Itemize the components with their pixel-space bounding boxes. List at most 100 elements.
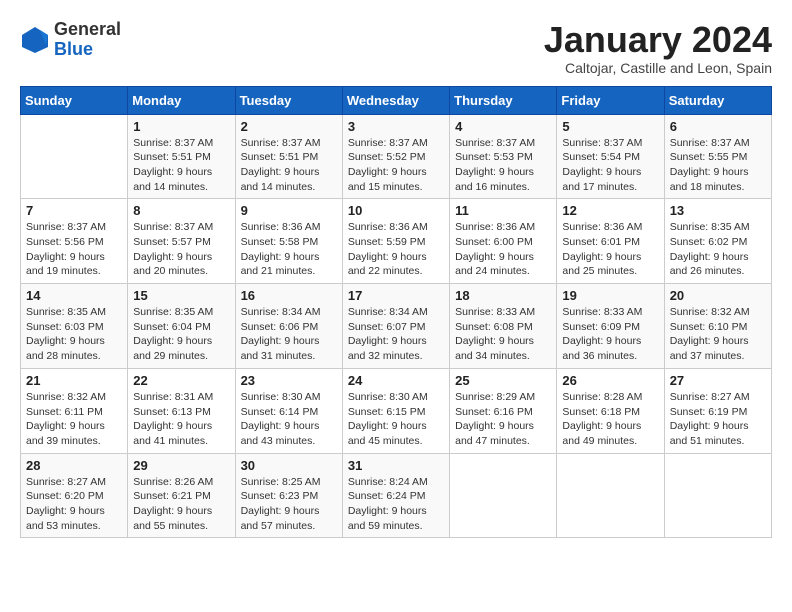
logo: General Blue	[20, 20, 121, 60]
day-info: Sunrise: 8:36 AM Sunset: 5:58 PM Dayligh…	[241, 220, 337, 279]
day-number: 22	[133, 373, 229, 388]
month-year: January 2024	[544, 20, 772, 60]
weekday-header-cell: Monday	[128, 86, 235, 114]
page-header: General Blue January 2024 Caltojar, Cast…	[20, 20, 772, 76]
day-number: 4	[455, 119, 551, 134]
day-info: Sunrise: 8:35 AM Sunset: 6:02 PM Dayligh…	[670, 220, 766, 279]
day-number: 16	[241, 288, 337, 303]
calendar-week-row: 21 Sunrise: 8:32 AM Sunset: 6:11 PM Dayli…	[21, 368, 772, 453]
day-info: Sunrise: 8:37 AM Sunset: 5:55 PM Dayligh…	[670, 136, 766, 195]
calendar-cell: 18Sunrise: 8:33 AM Sunset: 6:08 PM Dayli…	[450, 284, 557, 369]
calendar-cell: 21 Sunrise: 8:32 AM Sunset: 6:11 PM Dayli…	[21, 368, 128, 453]
calendar-cell: 23 Sunrise: 8:30 AM Sunset: 6:14 PM Dayli…	[235, 368, 342, 453]
calendar-cell: 16 Sunrise: 8:34 AM Sunset: 6:06 PM Dayli…	[235, 284, 342, 369]
weekday-header-cell: Wednesday	[342, 86, 449, 114]
day-number: 1	[133, 119, 229, 134]
day-info: Sunrise: 8:25 AM Sunset: 6:23 PM Dayligh…	[241, 475, 337, 534]
day-info: Sunrise: 8:32 AM Sunset: 6:10 PM Dayligh…	[670, 305, 766, 364]
day-info: Sunrise: 8:31 AM Sunset: 6:13 PM Dayligh…	[133, 390, 229, 449]
day-number: 21	[26, 373, 122, 388]
day-number: 28	[26, 458, 122, 473]
calendar-cell: 15 Sunrise: 8:35 AM Sunset: 6:04 PM Dayli…	[128, 284, 235, 369]
calendar-week-row: 7Sunrise: 8:37 AM Sunset: 5:56 PM Daylig…	[21, 199, 772, 284]
day-info: Sunrise: 8:37 AM Sunset: 5:57 PM Dayligh…	[133, 220, 229, 279]
day-number: 18	[455, 288, 551, 303]
day-info: Sunrise: 8:34 AM Sunset: 6:06 PM Dayligh…	[241, 305, 337, 364]
calendar-cell: 25 Sunrise: 8:29 AM Sunset: 6:16 PM Dayli…	[450, 368, 557, 453]
day-info: Sunrise: 8:35 AM Sunset: 6:04 PM Dayligh…	[133, 305, 229, 364]
day-info: Sunrise: 8:24 AM Sunset: 6:24 PM Dayligh…	[348, 475, 444, 534]
day-info: Sunrise: 8:34 AM Sunset: 6:07 PM Dayligh…	[348, 305, 444, 364]
calendar-body: 1Sunrise: 8:37 AM Sunset: 5:51 PM Daylig…	[21, 114, 772, 538]
calendar-cell: 14Sunrise: 8:35 AM Sunset: 6:03 PM Dayli…	[21, 284, 128, 369]
day-number: 23	[241, 373, 337, 388]
day-number: 26	[562, 373, 658, 388]
calendar-cell: 11Sunrise: 8:36 AM Sunset: 6:00 PM Dayli…	[450, 199, 557, 284]
day-number: 10	[348, 203, 444, 218]
day-info: Sunrise: 8:27 AM Sunset: 6:19 PM Dayligh…	[670, 390, 766, 449]
day-info: Sunrise: 8:36 AM Sunset: 5:59 PM Dayligh…	[348, 220, 444, 279]
day-info: Sunrise: 8:28 AM Sunset: 6:18 PM Dayligh…	[562, 390, 658, 449]
calendar-cell: 3 Sunrise: 8:37 AM Sunset: 5:52 PM Daylig…	[342, 114, 449, 199]
calendar-cell: 8 Sunrise: 8:37 AM Sunset: 5:57 PM Daylig…	[128, 199, 235, 284]
calendar-cell: 12 Sunrise: 8:36 AM Sunset: 6:01 PM Dayli…	[557, 199, 664, 284]
weekday-header-cell: Friday	[557, 86, 664, 114]
calendar-week-row: 28Sunrise: 8:27 AM Sunset: 6:20 PM Dayli…	[21, 453, 772, 538]
calendar-cell: 24Sunrise: 8:30 AM Sunset: 6:15 PM Dayli…	[342, 368, 449, 453]
calendar-cell: 2Sunrise: 8:37 AM Sunset: 5:51 PM Daylig…	[235, 114, 342, 199]
day-info: Sunrise: 8:37 AM Sunset: 5:54 PM Dayligh…	[562, 136, 658, 195]
day-info: Sunrise: 8:29 AM Sunset: 6:16 PM Dayligh…	[455, 390, 551, 449]
day-number: 25	[455, 373, 551, 388]
day-number: 5	[562, 119, 658, 134]
day-number: 7	[26, 203, 122, 218]
day-number: 12	[562, 203, 658, 218]
calendar-cell: 29 Sunrise: 8:26 AM Sunset: 6:21 PM Dayli…	[128, 453, 235, 538]
calendar-cell: 26 Sunrise: 8:28 AM Sunset: 6:18 PM Dayli…	[557, 368, 664, 453]
calendar-cell: 6Sunrise: 8:37 AM Sunset: 5:55 PM Daylig…	[664, 114, 771, 199]
calendar-cell: 31Sunrise: 8:24 AM Sunset: 6:24 PM Dayli…	[342, 453, 449, 538]
calendar-cell: 13 Sunrise: 8:35 AM Sunset: 6:02 PM Dayli…	[664, 199, 771, 284]
day-number: 29	[133, 458, 229, 473]
weekday-header-cell: Sunday	[21, 86, 128, 114]
day-number: 14	[26, 288, 122, 303]
day-info: Sunrise: 8:37 AM Sunset: 5:52 PM Dayligh…	[348, 136, 444, 195]
day-info: Sunrise: 8:36 AM Sunset: 6:01 PM Dayligh…	[562, 220, 658, 279]
calendar-week-row: 1Sunrise: 8:37 AM Sunset: 5:51 PM Daylig…	[21, 114, 772, 199]
calendar-cell	[664, 453, 771, 538]
calendar-cell: 30 Sunrise: 8:25 AM Sunset: 6:23 PM Dayli…	[235, 453, 342, 538]
day-number: 9	[241, 203, 337, 218]
weekday-header-cell: Tuesday	[235, 86, 342, 114]
calendar-table: SundayMondayTuesdayWednesdayThursdayFrid…	[20, 86, 772, 539]
day-number: 19	[562, 288, 658, 303]
day-number: 2	[241, 119, 337, 134]
weekday-header-cell: Saturday	[664, 86, 771, 114]
calendar-cell: 22 Sunrise: 8:31 AM Sunset: 6:13 PM Dayli…	[128, 368, 235, 453]
day-number: 24	[348, 373, 444, 388]
day-number: 17	[348, 288, 444, 303]
day-info: Sunrise: 8:26 AM Sunset: 6:21 PM Dayligh…	[133, 475, 229, 534]
day-number: 20	[670, 288, 766, 303]
calendar-cell: 17 Sunrise: 8:34 AM Sunset: 6:07 PM Dayli…	[342, 284, 449, 369]
weekday-header-row: SundayMondayTuesdayWednesdayThursdayFrid…	[21, 86, 772, 114]
day-number: 13	[670, 203, 766, 218]
calendar-cell: 5 Sunrise: 8:37 AM Sunset: 5:54 PM Daylig…	[557, 114, 664, 199]
calendar-cell: 4Sunrise: 8:37 AM Sunset: 5:53 PM Daylig…	[450, 114, 557, 199]
day-info: Sunrise: 8:33 AM Sunset: 6:09 PM Dayligh…	[562, 305, 658, 364]
day-info: Sunrise: 8:32 AM Sunset: 6:11 PM Dayligh…	[26, 390, 122, 449]
day-info: Sunrise: 8:36 AM Sunset: 6:00 PM Dayligh…	[455, 220, 551, 279]
location: Caltojar, Castille and Leon, Spain	[544, 60, 772, 76]
day-info: Sunrise: 8:30 AM Sunset: 6:14 PM Dayligh…	[241, 390, 337, 449]
calendar-cell: 19 Sunrise: 8:33 AM Sunset: 6:09 PM Dayli…	[557, 284, 664, 369]
calendar-cell: 28Sunrise: 8:27 AM Sunset: 6:20 PM Dayli…	[21, 453, 128, 538]
calendar-cell	[21, 114, 128, 199]
day-number: 15	[133, 288, 229, 303]
day-number: 30	[241, 458, 337, 473]
calendar-cell: 7Sunrise: 8:37 AM Sunset: 5:56 PM Daylig…	[21, 199, 128, 284]
calendar-cell: 9 Sunrise: 8:36 AM Sunset: 5:58 PM Daylig…	[235, 199, 342, 284]
calendar-cell: 1Sunrise: 8:37 AM Sunset: 5:51 PM Daylig…	[128, 114, 235, 199]
day-number: 8	[133, 203, 229, 218]
calendar-cell: 20 Sunrise: 8:32 AM Sunset: 6:10 PM Dayli…	[664, 284, 771, 369]
day-number: 3	[348, 119, 444, 134]
calendar-week-row: 14Sunrise: 8:35 AM Sunset: 6:03 PM Dayli…	[21, 284, 772, 369]
weekday-header-cell: Thursday	[450, 86, 557, 114]
